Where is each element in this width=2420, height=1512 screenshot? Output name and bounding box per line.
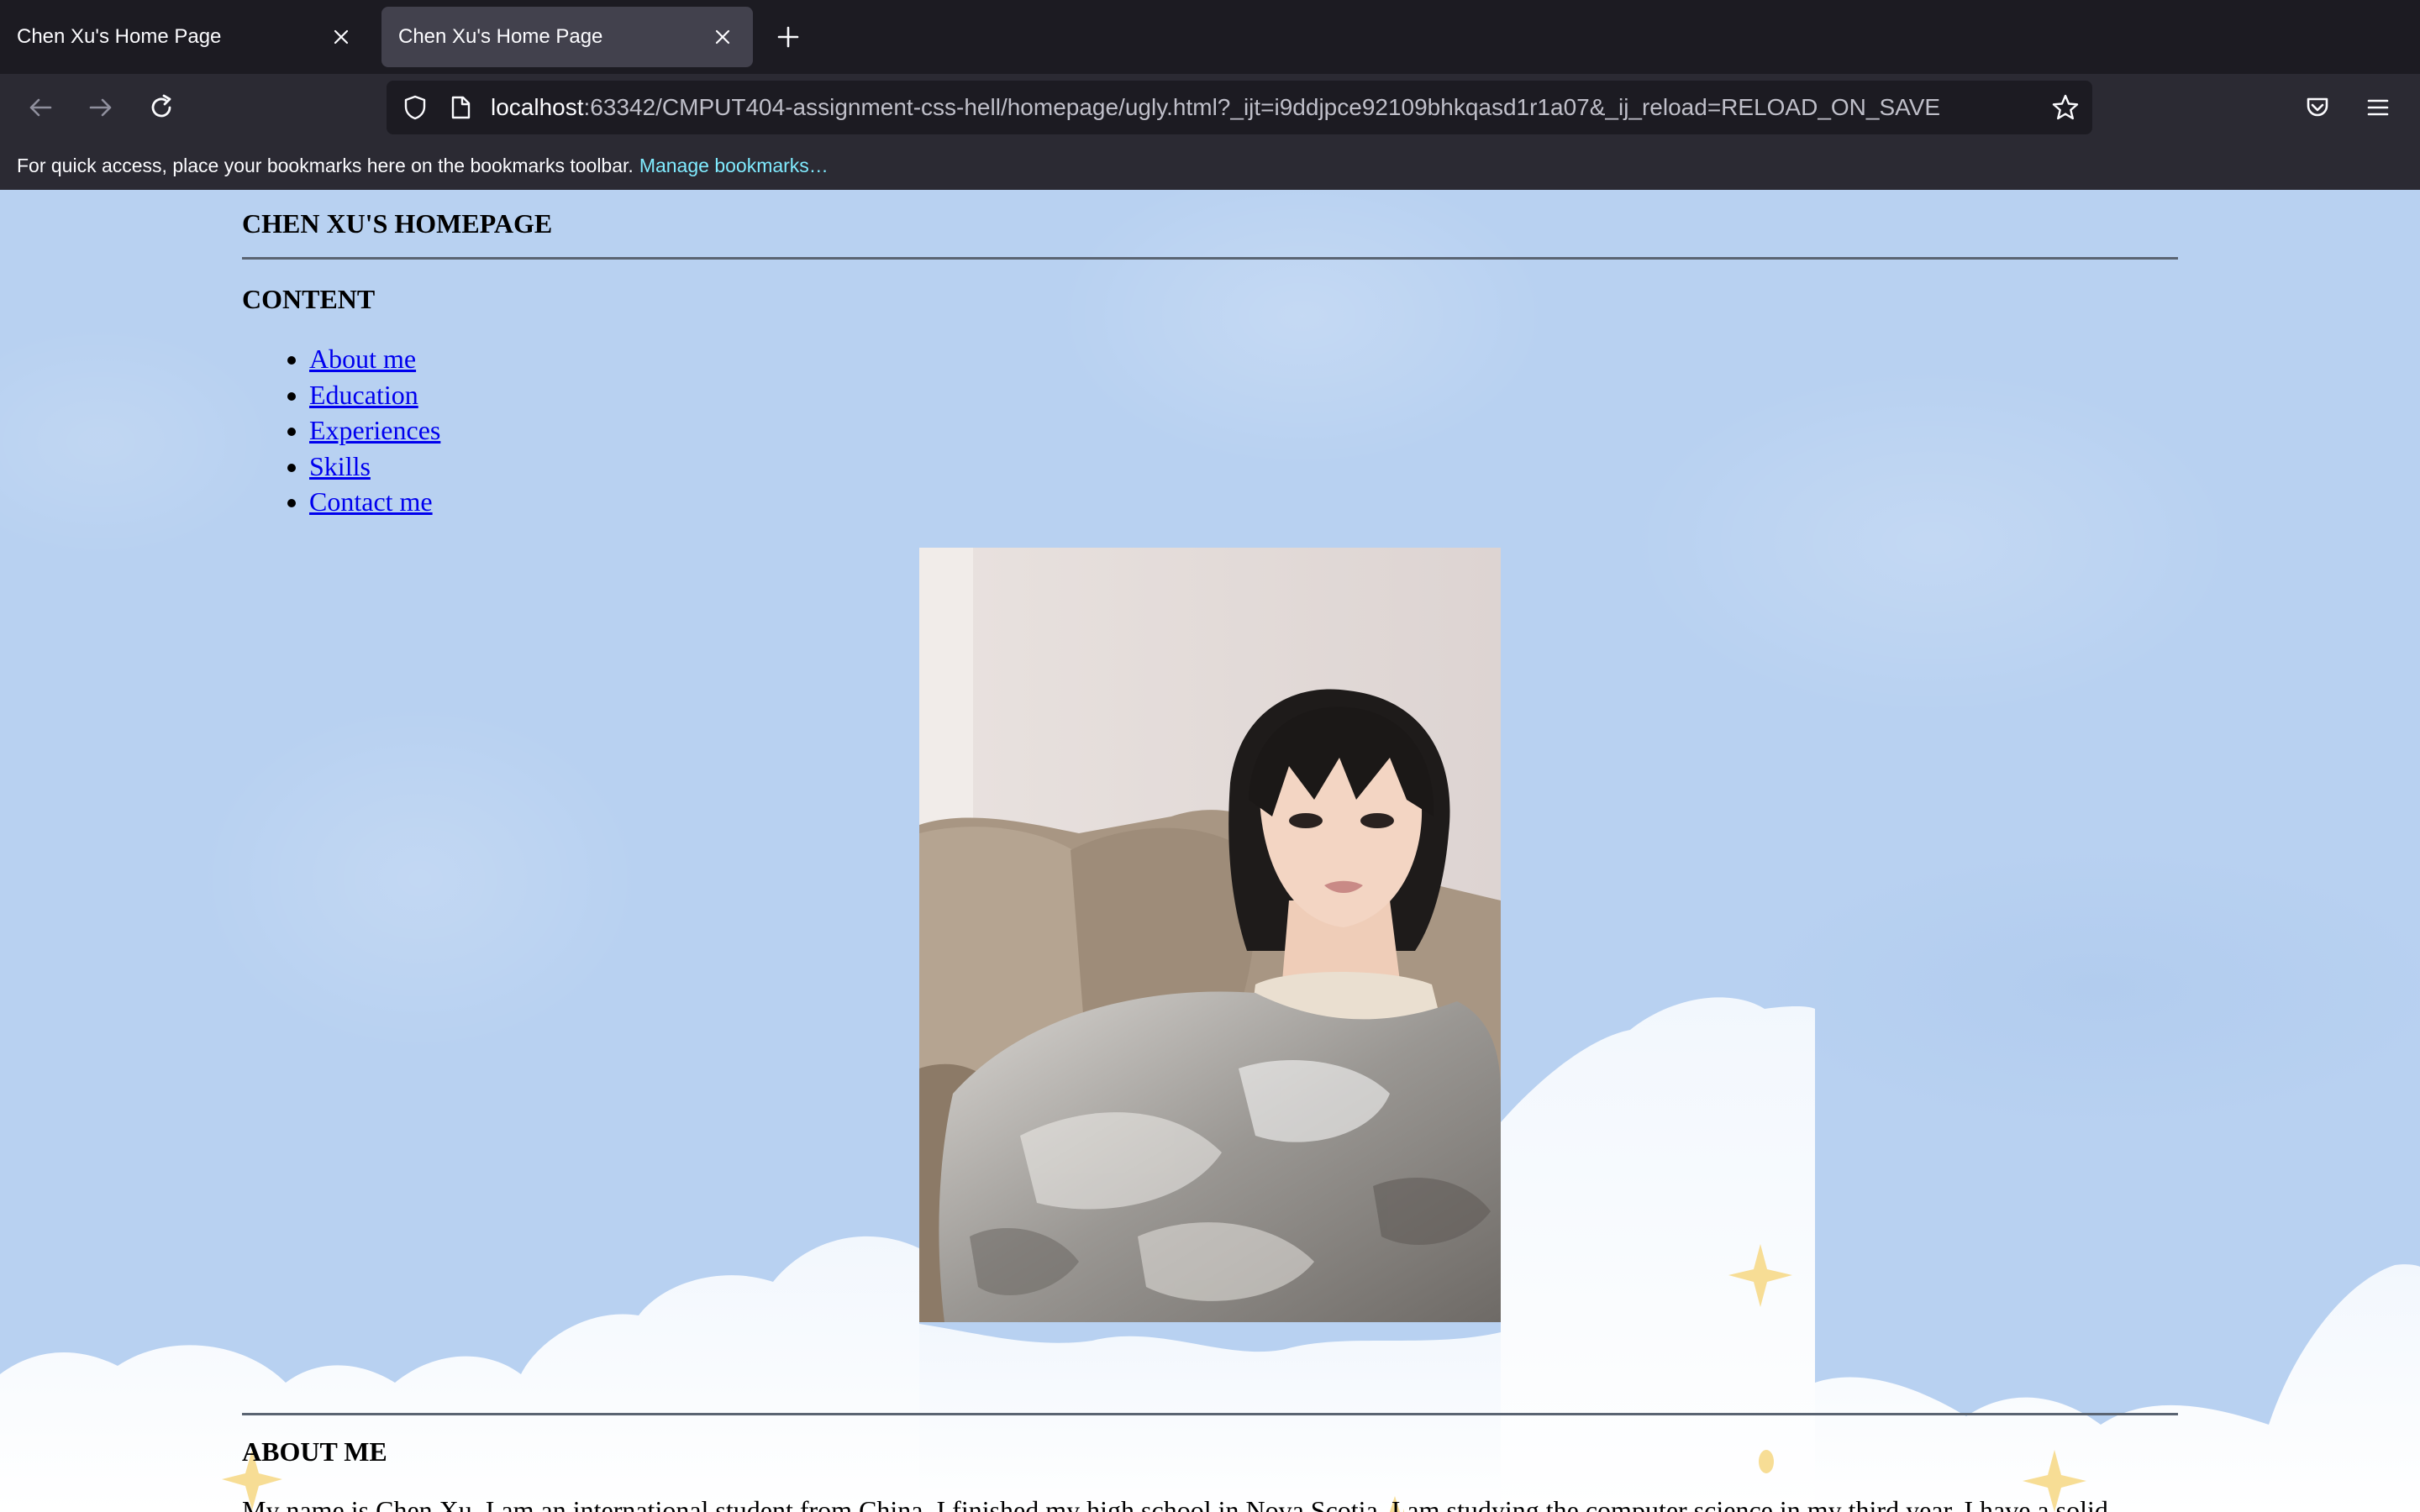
plus-icon[interactable]: [770, 18, 807, 55]
toc-item: Education: [309, 377, 440, 413]
back-icon[interactable]: [20, 87, 60, 128]
bookmarks-message: For quick access, place your bookmarks h…: [17, 154, 634, 176]
divider: [242, 257, 2178, 260]
bookmarks-toolbar: For quick access, place your bookmarks h…: [0, 141, 2420, 191]
divider: [242, 1413, 2178, 1415]
toc-link-about-me[interactable]: About me: [309, 344, 416, 374]
toc-link-experiences[interactable]: Experiences: [309, 415, 440, 445]
forward-icon[interactable]: [81, 87, 121, 128]
about-me-heading: ABOUT ME: [242, 1436, 387, 1467]
toc-item: About me: [309, 341, 440, 377]
url-host: localhost: [491, 94, 584, 120]
page-icon[interactable]: [444, 91, 477, 124]
tab-title: Chen Xu's Home Page: [398, 25, 603, 48]
tab-title: Chen Xu's Home Page: [17, 25, 222, 48]
star-icon[interactable]: [2047, 89, 2084, 126]
url-text[interactable]: localhost:63342/CMPUT404-assignment-css-…: [491, 94, 2047, 121]
content-heading: CONTENT: [242, 284, 376, 314]
tab-active[interactable]: Chen Xu's Home Page: [381, 7, 753, 67]
toc-item: Experiences: [309, 412, 440, 449]
page-viewport[interactable]: CHEN XU'S HOMEPAGE CONTENT About me Educ…: [0, 190, 2420, 1512]
toc-link-contact-me[interactable]: Contact me: [309, 486, 433, 517]
toc-item: Skills: [309, 449, 440, 485]
pocket-icon[interactable]: [2297, 87, 2338, 128]
cloud-shape: [919, 1324, 1501, 1512]
cloud-shape: [1815, 1264, 2420, 1512]
tab-strip: Chen Xu's Home Page Chen Xu's Home Page: [0, 0, 2420, 74]
close-icon[interactable]: [323, 18, 360, 55]
about-me-paragraph: My name is Chen Xu. I am an internationa…: [242, 1495, 2108, 1512]
profile-photo: [919, 548, 1501, 1322]
toc-item: Contact me: [309, 484, 440, 520]
manage-bookmarks-link[interactable]: Manage bookmarks…: [639, 155, 829, 177]
reload-icon[interactable]: [141, 87, 182, 128]
toc-link-skills[interactable]: Skills: [309, 451, 371, 481]
cloud-shape: [0, 1236, 919, 1512]
menu-icon[interactable]: [2358, 87, 2398, 128]
close-icon[interactable]: [704, 18, 741, 55]
page-title: CHEN XU'S HOMEPAGE: [242, 208, 553, 239]
tab-inactive[interactable]: Chen Xu's Home Page: [0, 7, 371, 67]
url-path: :63342/CMPUT404-assignment-css-hell/home…: [583, 94, 1941, 120]
shield-icon[interactable]: [398, 91, 432, 124]
address-bar[interactable]: localhost:63342/CMPUT404-assignment-css-…: [387, 81, 2092, 134]
toc-link-education[interactable]: Education: [309, 380, 418, 410]
table-of-contents: About me Education Experiences Skills Co…: [242, 341, 440, 520]
cloud-shape: [1501, 997, 1815, 1512]
